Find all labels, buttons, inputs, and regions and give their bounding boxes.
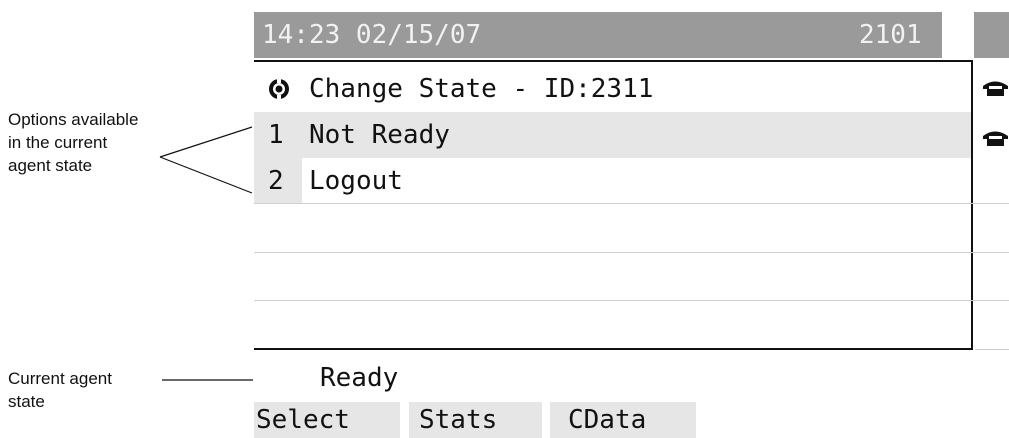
row-separator [254,252,1009,253]
menu-item-label: Logout [309,166,403,196]
row-separator [975,349,1009,350]
agent-state: Ready [320,363,399,393]
menu-item-logout[interactable]: 2 Logout [254,158,971,204]
row-separator [254,203,1009,204]
status-bar: 14:23 02/15/07 2101 [254,12,1009,58]
softkey-cdata[interactable]: CData [550,402,696,438]
softkey-stats[interactable]: Stats [409,402,542,438]
softkey-label: Stats [419,405,498,435]
phone-icon [983,131,1008,146]
softkey-label: CData [568,405,647,435]
status-bar-gap [942,12,974,58]
menu-item-number: 2 [268,166,284,196]
menu-item-label: Not Ready [309,120,450,150]
softkey-select[interactable]: Select [254,402,400,438]
change-state-panel: Change State - ID:2311 1 Not Ready 2 Log… [254,60,973,350]
extension-number: 2101 [859,20,922,50]
row-separator [254,300,1009,301]
menu-item-not-ready[interactable]: 1 Not Ready [254,112,971,158]
menu-item-number: 1 [268,120,284,150]
agent-state-icon [269,78,289,100]
menu-title-text: Change State - ID:2311 [309,74,654,104]
time-date: 14:23 02/15/07 [262,20,482,50]
softkey-label: Select [256,405,350,435]
phone-icon [983,81,1008,96]
menu-title: Change State - ID:2311 [254,66,971,112]
